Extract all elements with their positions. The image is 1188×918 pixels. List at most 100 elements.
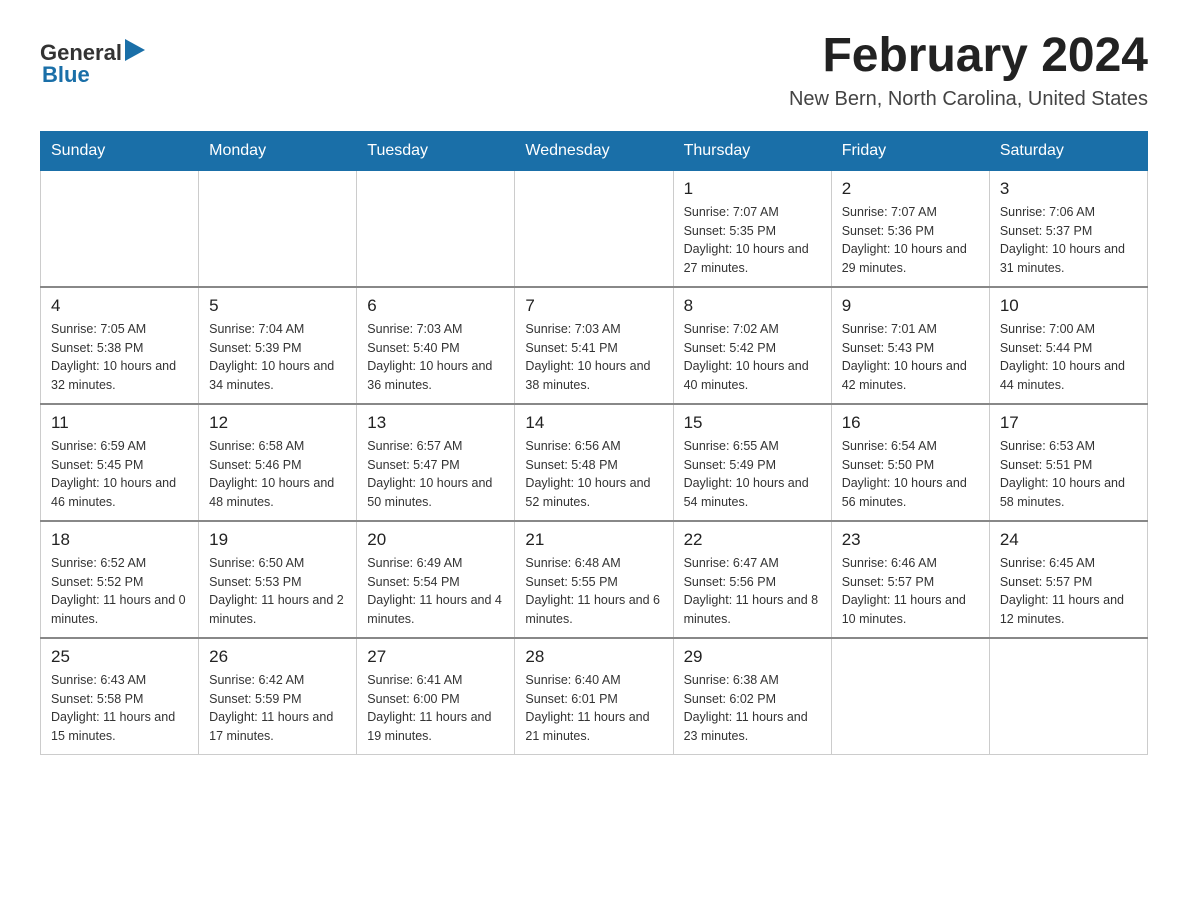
day-info: Sunrise: 7:07 AM Sunset: 5:36 PM Dayligh…: [842, 203, 979, 278]
table-cell: [989, 638, 1147, 755]
header-saturday: Saturday: [989, 131, 1147, 170]
table-cell: 1 Sunrise: 7:07 AM Sunset: 5:35 PM Daylig…: [673, 170, 831, 287]
table-cell: 3 Sunrise: 7:06 AM Sunset: 5:37 PM Daylig…: [989, 170, 1147, 287]
day-number: 2: [842, 179, 979, 199]
day-info: Sunrise: 6:41 AM Sunset: 6:00 PM Dayligh…: [367, 671, 504, 746]
day-info: Sunrise: 6:46 AM Sunset: 5:57 PM Dayligh…: [842, 554, 979, 629]
day-number: 10: [1000, 296, 1137, 316]
header-friday: Friday: [831, 131, 989, 170]
day-number: 6: [367, 296, 504, 316]
table-cell: 20 Sunrise: 6:49 AM Sunset: 5:54 PM Dayli…: [357, 521, 515, 638]
table-cell: [357, 170, 515, 287]
day-number: 25: [51, 647, 188, 667]
week-row-3: 11 Sunrise: 6:59 AM Sunset: 5:45 PM Dayli…: [41, 404, 1148, 521]
table-cell: 15 Sunrise: 6:55 AM Sunset: 5:49 PM Dayli…: [673, 404, 831, 521]
page-header: General Blue February 2024 New Bern, Nor…: [40, 30, 1148, 111]
day-info: Sunrise: 6:38 AM Sunset: 6:02 PM Dayligh…: [684, 671, 821, 746]
table-cell: [199, 170, 357, 287]
header-monday: Monday: [199, 131, 357, 170]
logo-blue-text: Blue: [42, 62, 90, 87]
week-row-2: 4 Sunrise: 7:05 AM Sunset: 5:38 PM Daylig…: [41, 287, 1148, 404]
day-number: 26: [209, 647, 346, 667]
day-info: Sunrise: 7:04 AM Sunset: 5:39 PM Dayligh…: [209, 320, 346, 395]
table-cell: 24 Sunrise: 6:45 AM Sunset: 5:57 PM Dayli…: [989, 521, 1147, 638]
day-number: 16: [842, 413, 979, 433]
day-number: 14: [525, 413, 662, 433]
day-number: 21: [525, 530, 662, 550]
location-subtitle: New Bern, North Carolina, United States: [789, 88, 1148, 111]
header-sunday: Sunday: [41, 131, 199, 170]
table-cell: 7 Sunrise: 7:03 AM Sunset: 5:41 PM Daylig…: [515, 287, 673, 404]
table-cell: 12Sunrise: 6:58 AM Sunset: 5:46 PM Dayli…: [199, 404, 357, 521]
day-info: Sunrise: 6:54 AM Sunset: 5:50 PM Dayligh…: [842, 437, 979, 512]
day-number: 8: [684, 296, 821, 316]
day-number: 4: [51, 296, 188, 316]
table-cell: 26 Sunrise: 6:42 AM Sunset: 5:59 PM Dayli…: [199, 638, 357, 755]
day-info: Sunrise: 7:06 AM Sunset: 5:37 PM Dayligh…: [1000, 203, 1137, 278]
day-number: 19: [209, 530, 346, 550]
day-info: Sunrise: 6:59 AM Sunset: 5:45 PM Dayligh…: [51, 437, 188, 512]
logo: General Blue: [40, 40, 145, 88]
day-info: Sunrise: 7:07 AM Sunset: 5:35 PM Dayligh…: [684, 203, 821, 278]
table-cell: 6Sunrise: 7:03 AM Sunset: 5:40 PM Daylig…: [357, 287, 515, 404]
week-row-5: 25 Sunrise: 6:43 AM Sunset: 5:58 PM Dayli…: [41, 638, 1148, 755]
day-number: 13: [367, 413, 504, 433]
day-number: 11: [51, 413, 188, 433]
table-cell: 8Sunrise: 7:02 AM Sunset: 5:42 PM Daylig…: [673, 287, 831, 404]
table-cell: 25 Sunrise: 6:43 AM Sunset: 5:58 PM Dayli…: [41, 638, 199, 755]
table-cell: 19 Sunrise: 6:50 AM Sunset: 5:53 PM Dayli…: [199, 521, 357, 638]
day-info: Sunrise: 6:53 AM Sunset: 5:51 PM Dayligh…: [1000, 437, 1137, 512]
header-thursday: Thursday: [673, 131, 831, 170]
day-info: Sunrise: 6:43 AM Sunset: 5:58 PM Dayligh…: [51, 671, 188, 746]
day-number: 3: [1000, 179, 1137, 199]
day-info: Sunrise: 6:55 AM Sunset: 5:49 PM Dayligh…: [684, 437, 821, 512]
table-cell: [515, 170, 673, 287]
weekday-header-row: SundayMondayTuesdayWednesdayThursdayFrid…: [41, 131, 1148, 170]
day-info: Sunrise: 6:49 AM Sunset: 5:54 PM Dayligh…: [367, 554, 504, 629]
table-cell: [41, 170, 199, 287]
day-info: Sunrise: 6:56 AM Sunset: 5:48 PM Dayligh…: [525, 437, 662, 512]
day-number: 15: [684, 413, 821, 433]
day-info: Sunrise: 6:45 AM Sunset: 5:57 PM Dayligh…: [1000, 554, 1137, 629]
month-title: February 2024: [789, 30, 1148, 83]
day-number: 9: [842, 296, 979, 316]
day-number: 17: [1000, 413, 1137, 433]
table-cell: 4 Sunrise: 7:05 AM Sunset: 5:38 PM Daylig…: [41, 287, 199, 404]
day-number: 28: [525, 647, 662, 667]
table-cell: 27 Sunrise: 6:41 AM Sunset: 6:00 PM Dayli…: [357, 638, 515, 755]
day-info: Sunrise: 7:00 AM Sunset: 5:44 PM Dayligh…: [1000, 320, 1137, 395]
day-info: Sunrise: 7:03 AM Sunset: 5:41 PM Dayligh…: [525, 320, 662, 395]
table-cell: 29Sunrise: 6:38 AM Sunset: 6:02 PM Dayli…: [673, 638, 831, 755]
table-cell: 10 Sunrise: 7:00 AM Sunset: 5:44 PM Dayli…: [989, 287, 1147, 404]
table-cell: 21 Sunrise: 6:48 AM Sunset: 5:55 PM Dayli…: [515, 521, 673, 638]
week-row-1: 1 Sunrise: 7:07 AM Sunset: 5:35 PM Daylig…: [41, 170, 1148, 287]
day-info: Sunrise: 6:40 AM Sunset: 6:01 PM Dayligh…: [525, 671, 662, 746]
day-number: 7: [525, 296, 662, 316]
table-cell: 17 Sunrise: 6:53 AM Sunset: 5:51 PM Dayli…: [989, 404, 1147, 521]
day-number: 18: [51, 530, 188, 550]
day-info: Sunrise: 6:42 AM Sunset: 5:59 PM Dayligh…: [209, 671, 346, 746]
day-info: Sunrise: 6:50 AM Sunset: 5:53 PM Dayligh…: [209, 554, 346, 629]
day-info: Sunrise: 7:05 AM Sunset: 5:38 PM Dayligh…: [51, 320, 188, 395]
title-section: February 2024 New Bern, North Carolina, …: [789, 30, 1148, 111]
day-info: Sunrise: 6:48 AM Sunset: 5:55 PM Dayligh…: [525, 554, 662, 629]
day-number: 23: [842, 530, 979, 550]
day-info: Sunrise: 6:47 AM Sunset: 5:56 PM Dayligh…: [684, 554, 821, 629]
table-cell: 14 Sunrise: 6:56 AM Sunset: 5:48 PM Dayli…: [515, 404, 673, 521]
day-number: 27: [367, 647, 504, 667]
day-info: Sunrise: 7:01 AM Sunset: 5:43 PM Dayligh…: [842, 320, 979, 395]
logo-arrow-icon: [125, 39, 145, 61]
calendar-table: SundayMondayTuesdayWednesdayThursdayFrid…: [40, 131, 1148, 755]
day-number: 5: [209, 296, 346, 316]
day-number: 12: [209, 413, 346, 433]
header-wednesday: Wednesday: [515, 131, 673, 170]
table-cell: 9 Sunrise: 7:01 AM Sunset: 5:43 PM Daylig…: [831, 287, 989, 404]
day-number: 24: [1000, 530, 1137, 550]
table-cell: 18 Sunrise: 6:52 AM Sunset: 5:52 PM Dayli…: [41, 521, 199, 638]
day-info: Sunrise: 6:52 AM Sunset: 5:52 PM Dayligh…: [51, 554, 188, 629]
table-cell: 11 Sunrise: 6:59 AM Sunset: 5:45 PM Dayli…: [41, 404, 199, 521]
day-number: 20: [367, 530, 504, 550]
week-row-4: 18 Sunrise: 6:52 AM Sunset: 5:52 PM Dayli…: [41, 521, 1148, 638]
table-cell: 22Sunrise: 6:47 AM Sunset: 5:56 PM Dayli…: [673, 521, 831, 638]
day-number: 1: [684, 179, 821, 199]
